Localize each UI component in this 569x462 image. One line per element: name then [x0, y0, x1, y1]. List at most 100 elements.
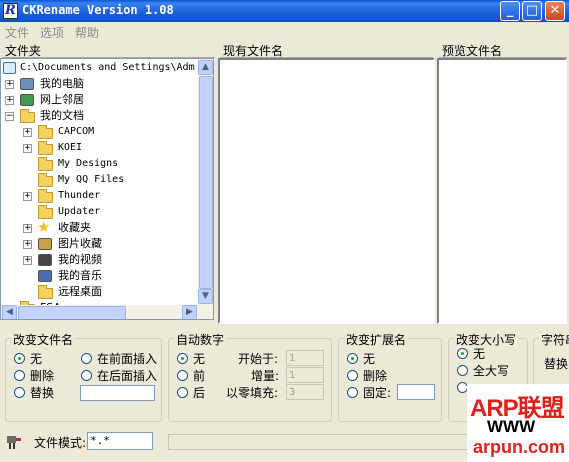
autonum-front-radio[interactable]: [177, 370, 188, 381]
preview-files-list[interactable]: [437, 58, 567, 324]
tree-scroll-left-button[interactable]: ◀: [2, 305, 17, 319]
tree-item[interactable]: 远程桌面: [1, 284, 197, 300]
progress-bar: [168, 434, 468, 450]
minimize-button[interactable]: _: [500, 1, 520, 21]
zero-pad-input[interactable]: 3: [286, 384, 324, 400]
rename-none-radio[interactable]: [14, 353, 25, 364]
case-none-radio[interactable]: [457, 348, 468, 359]
expand-icon[interactable]: +: [23, 128, 32, 137]
menu-help[interactable]: 帮助: [75, 24, 99, 41]
folder-icon: [38, 125, 53, 139]
tool-icon[interactable]: [5, 433, 23, 451]
maximize-button[interactable]: □: [522, 1, 542, 21]
computer-icon: [20, 78, 34, 90]
tree-item[interactable]: + 我的视频: [1, 252, 197, 268]
tree-item[interactable]: Updater: [1, 204, 197, 220]
rename-prepend-radio[interactable]: [81, 353, 92, 364]
rename-none-label: 无: [30, 352, 43, 366]
string-group-title: 字符串: [539, 331, 569, 348]
window-title: CKRename Version 1.08: [22, 3, 174, 17]
tree-vscroll-thumb[interactable]: [199, 76, 213, 289]
autonum-back-label: 后: [193, 386, 206, 400]
menu-options[interactable]: 选项: [40, 24, 64, 41]
tree-hscroll-thumb[interactable]: [18, 306, 126, 319]
autonumber-group: 自动数字 无 前 后 开始于: 1 增量: 1 以零填充: 3: [168, 331, 332, 422]
collapse-icon[interactable]: −: [5, 112, 14, 121]
expand-icon[interactable]: +: [23, 256, 32, 265]
star-icon: ★: [37, 218, 51, 236]
rename-group: 改变文件名 无 删除 替换 在前面插入 在后面插入: [5, 331, 162, 422]
title-bar[interactable]: R CKRename Version 1.08 _ □ ✕: [0, 0, 569, 22]
start-at-input[interactable]: 1: [286, 350, 324, 366]
folder-tree[interactable]: C:\Documents and Settings\Adm + 我的电脑 + 网上邻居…: [0, 58, 214, 320]
case-upper-radio[interactable]: [457, 365, 468, 376]
tree-scroll-down-button[interactable]: ▼: [198, 289, 213, 304]
app-icon[interactable]: R: [3, 3, 18, 19]
tree-item[interactable]: 我的音乐: [1, 268, 197, 284]
pictures-icon: [38, 238, 52, 250]
music-icon: [38, 270, 52, 282]
expand-icon[interactable]: +: [5, 80, 14, 89]
watermark-www: WWW: [487, 417, 536, 436]
video-icon: [38, 254, 52, 266]
ext-fixed-radio[interactable]: [347, 387, 358, 398]
rename-group-title: 改变文件名: [11, 331, 76, 348]
case-upper-label: 全大写: [473, 364, 510, 378]
tree-item[interactable]: + CAPCOM: [1, 124, 197, 140]
menu-bar: 文件 选项 帮助: [0, 22, 569, 40]
tree-item-label: KOEI: [58, 142, 83, 153]
tree-item[interactable]: + KOEI: [1, 140, 197, 156]
rename-text-input[interactable]: [80, 385, 155, 401]
watermark-domain: arpun.com: [473, 437, 566, 457]
preview-files-title: 预览文件名: [442, 44, 503, 58]
zero-pad-label: 以零填充:: [226, 386, 279, 400]
rename-replace-radio[interactable]: [14, 387, 25, 398]
close-button[interactable]: ✕: [545, 1, 565, 21]
file-mode-input[interactable]: *.*: [87, 432, 153, 450]
rename-delete-radio[interactable]: [14, 370, 25, 381]
folder-icon: [38, 189, 53, 203]
tree-scroll-up-button[interactable]: ▲: [198, 60, 213, 75]
tree-item[interactable]: My QQ Files: [1, 172, 197, 188]
tree-item-label: Thunder: [58, 190, 101, 201]
preview-files-header: 预览文件名: [439, 41, 567, 58]
expand-icon[interactable]: +: [23, 240, 32, 249]
expand-icon[interactable]: +: [23, 224, 32, 233]
rename-append-radio[interactable]: [81, 370, 92, 381]
expand-icon[interactable]: +: [23, 192, 32, 201]
autonumber-group-title: 自动数字: [174, 331, 227, 348]
ext-fixed-label: 固定:: [363, 386, 392, 400]
start-at-label: 开始于:: [238, 352, 279, 366]
tree-scroll-right-button[interactable]: ▶: [182, 305, 197, 319]
ext-fixed-input[interactable]: [397, 384, 435, 400]
folders-panel-title: 文件夹: [5, 44, 42, 58]
tree-item-label: My QQ Files: [58, 174, 125, 185]
tree-item-label: My Designs: [58, 158, 119, 169]
tree-item-label: Updater: [58, 206, 101, 217]
autonum-none-radio[interactable]: [177, 353, 188, 364]
expand-icon[interactable]: +: [5, 96, 14, 105]
current-files-header: 现有文件名: [220, 41, 433, 58]
tree-item[interactable]: My Designs: [1, 156, 197, 172]
case-none-label: 无: [473, 347, 486, 361]
ext-none-radio[interactable]: [347, 353, 358, 364]
tree-item[interactable]: + 我的电脑: [1, 76, 197, 92]
tree-item-label: 我的电脑: [40, 77, 84, 90]
expand-icon[interactable]: +: [23, 144, 32, 153]
current-files-title: 现有文件名: [223, 44, 284, 58]
increment-input[interactable]: 1: [286, 367, 324, 383]
current-files-list[interactable]: [218, 58, 435, 324]
tree-item[interactable]: + 网上邻居: [1, 92, 197, 108]
autonum-back-radio[interactable]: [177, 387, 188, 398]
tree-item[interactable]: + 图片收藏: [1, 236, 197, 252]
tree-item[interactable]: − 我的文档: [1, 108, 197, 124]
tree-item-label: 图片收藏: [58, 237, 102, 250]
tree-item[interactable]: + ★ 收藏夹: [1, 218, 197, 236]
rename-delete-label: 删除: [30, 369, 55, 383]
rename-prepend-label: 在前面插入: [97, 352, 158, 366]
menu-file[interactable]: 文件: [5, 24, 29, 41]
tree-item[interactable]: + Thunder: [1, 188, 197, 204]
file-mode-label: 文件模式:: [34, 436, 87, 450]
ext-delete-radio[interactable]: [347, 370, 358, 381]
autonum-front-label: 前: [193, 369, 206, 383]
